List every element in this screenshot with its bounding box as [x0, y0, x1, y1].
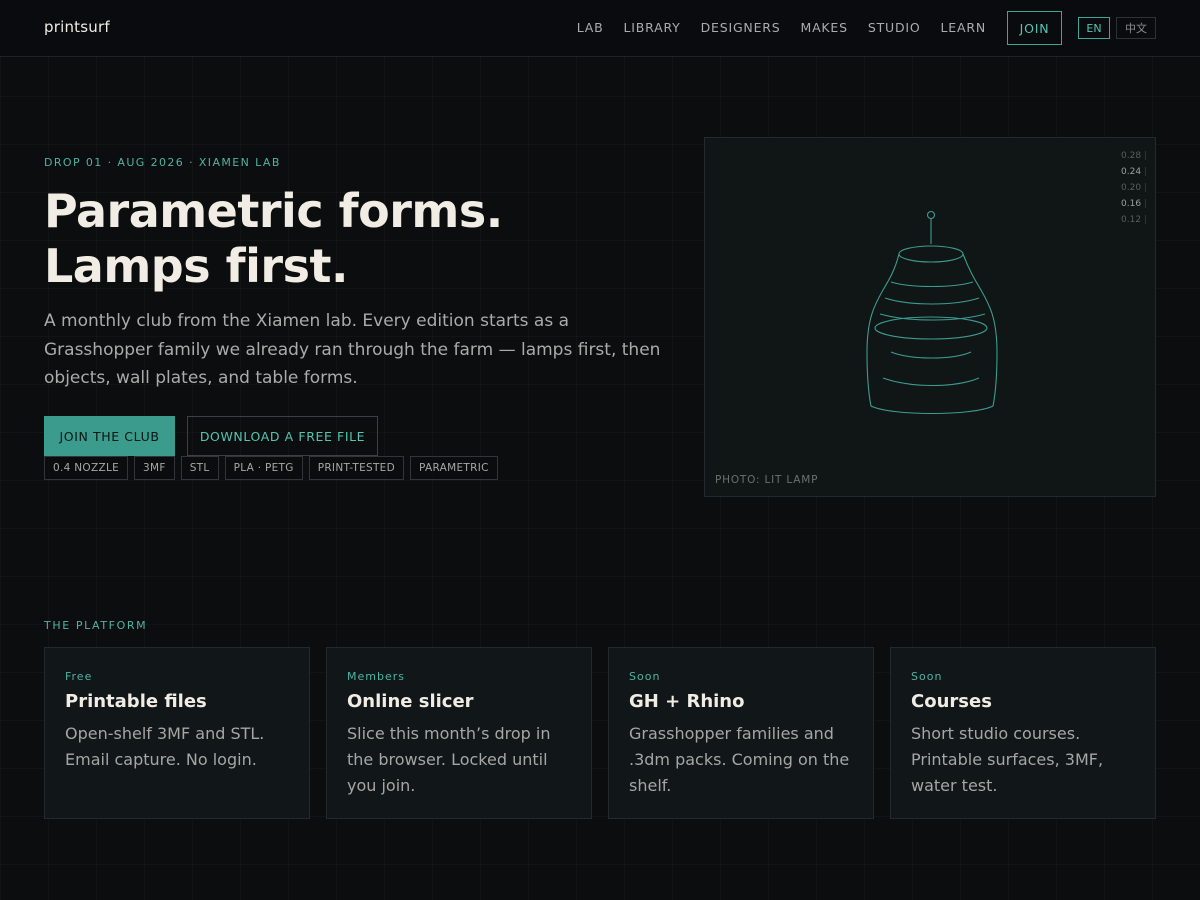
card-title: Courses: [911, 691, 992, 712]
nav-link-designers[interactable]: DESIGNERS: [701, 20, 781, 35]
scale-tick: 0.28: [1121, 150, 1147, 163]
nav-link-makes[interactable]: MAKES: [801, 20, 848, 35]
scale-tick: 0.16: [1121, 198, 1147, 211]
nav-link-lab[interactable]: LAB: [577, 20, 604, 35]
chip-stl: STL: [180, 456, 219, 480]
platform-cards: Free Printable files Open-shelf 3MF and …: [44, 647, 1156, 819]
card-courses[interactable]: Soon Courses Short studio courses. Print…: [890, 647, 1156, 819]
nav-link-studio[interactable]: STUDIO: [868, 20, 921, 35]
scale-tick: 0.24: [1121, 166, 1147, 179]
platform-section-label: THE PLATFORM: [44, 619, 148, 632]
hero-lamp-photo: 0.28 0.24 0.20 0.16 0.12 PHOTO: LIT LAMP: [704, 137, 1156, 497]
layer-height-scale: 0.28 0.24 0.20 0.16 0.12: [1121, 150, 1147, 227]
nav-link-learn[interactable]: LEARN: [941, 20, 986, 35]
scale-tick: 0.20: [1121, 182, 1147, 195]
card-description: Grasshopper families and .3dm packs. Com…: [629, 724, 850, 795]
chip-3mf: 3MF: [134, 456, 175, 480]
card-gh-rhino[interactable]: Soon GH + Rhino Grasshopper families and…: [608, 647, 874, 819]
chip-material: PLA · PETG: [224, 456, 303, 480]
logo[interactable]: printsurf: [44, 18, 110, 36]
card-title: Online slicer: [347, 691, 474, 712]
download-free-file-button[interactable]: DOWNLOAD A FREE FILE: [187, 416, 378, 456]
chip-parametric: PARAMETRIC: [410, 456, 498, 480]
card-title: GH + Rhino: [629, 691, 745, 712]
top-nav: printsurf LAB LIBRARY DESIGNERS MAKES ST…: [0, 0, 1200, 57]
join-the-club-button[interactable]: JOIN THE CLUB: [44, 416, 175, 456]
card-printable-files[interactable]: Free Printable files Open-shelf 3MF and …: [44, 647, 310, 819]
card-description: Open-shelf 3MF and STL. Email capture. N…: [65, 724, 265, 769]
card-online-slicer[interactable]: Members Online slicer Slice this month’s…: [326, 647, 592, 819]
hero-description: A monthly club from the Xiamen lab. Ever…: [44, 311, 661, 388]
card-tag: Soon: [629, 670, 661, 683]
language-zh-button[interactable]: 中文: [1116, 17, 1156, 39]
card-tag: Members: [347, 670, 405, 683]
lamp-wireframe-illustration: [866, 210, 998, 415]
card-title: Printable files: [65, 691, 207, 712]
spec-chips: 0.4 NOZZLE 3MF STL PLA · PETG PRINT-TEST…: [44, 456, 498, 480]
hero-title: Parametric forms. Lamps first.: [44, 184, 503, 293]
scale-tick: 0.12: [1121, 214, 1147, 227]
chip-print-tested: PRINT-TESTED: [308, 456, 405, 480]
hero-eyebrow: DROP 01 · AUG 2026 · XIAMEN LAB: [44, 156, 281, 169]
card-description: Short studio courses. Printable surfaces…: [911, 724, 1104, 795]
nav-link-library[interactable]: LIBRARY: [624, 20, 681, 35]
language-en-button[interactable]: EN: [1078, 17, 1110, 39]
card-tag: Free: [65, 670, 93, 683]
photo-caption: PHOTO: LIT LAMP: [715, 474, 819, 486]
join-button[interactable]: JOIN: [1007, 11, 1062, 45]
card-tag: Soon: [911, 670, 943, 683]
chip-nozzle: 0.4 NOZZLE: [44, 456, 129, 480]
card-description: Slice this month’s drop in the browser. …: [347, 724, 551, 795]
nav-links: LAB LIBRARY DESIGNERS MAKES STUDIO LEARN: [557, 20, 986, 35]
